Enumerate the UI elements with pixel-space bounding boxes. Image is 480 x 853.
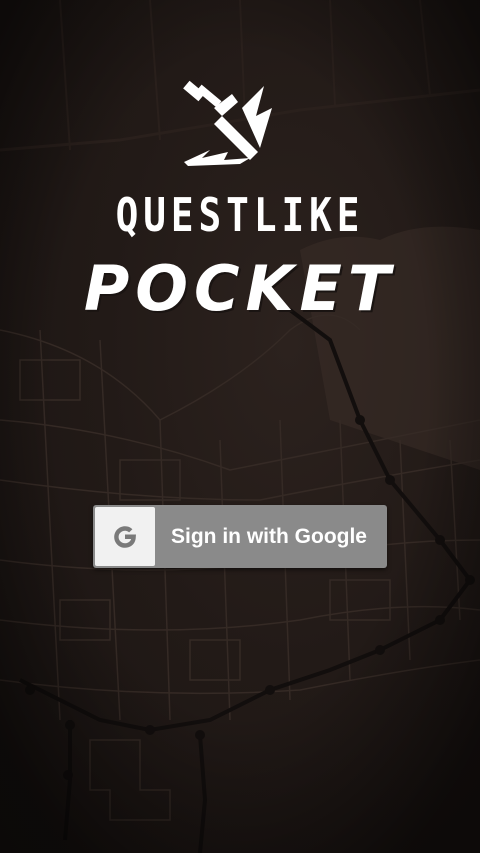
app-title: QUESTLIKE: [115, 188, 365, 242]
google-icon-container: [95, 507, 155, 566]
sword-icon: [183, 80, 272, 166]
google-g-icon: [114, 525, 136, 548]
app-subtitle: POCKET: [83, 252, 397, 325]
google-signin-label: Sign in with Google: [171, 524, 367, 548]
login-screen: QUESTLIKE POCKET Sign in with Google: [0, 0, 480, 853]
google-signin-button[interactable]: Sign in with Google: [93, 505, 387, 568]
